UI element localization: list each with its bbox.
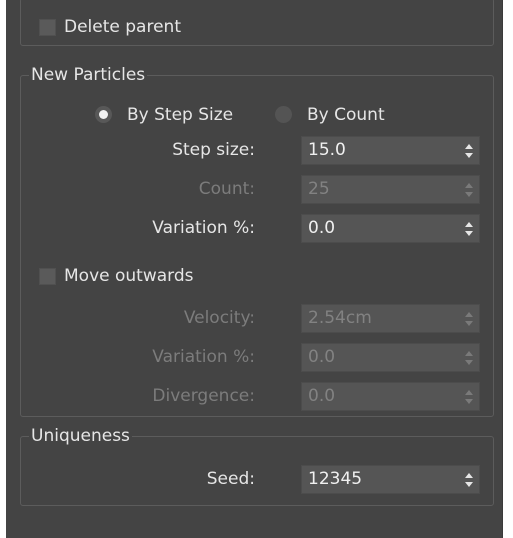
divergence-label: Divergence:: [152, 386, 255, 406]
spinner-arrows-icon[interactable]: [465, 473, 473, 487]
spinner-arrows-icon: [465, 390, 473, 404]
by-count-radio[interactable]: [275, 106, 292, 123]
uniqueness-group: Uniqueness Seed: 12345: [20, 426, 494, 506]
seed-spinner[interactable]: 12345: [301, 465, 480, 494]
velocity-value: 2.54cm: [308, 308, 372, 328]
velocity-spinner: 2.54cm: [301, 304, 480, 333]
velocity-label: Velocity:: [183, 308, 255, 328]
variation-value[interactable]: 0.0: [308, 218, 335, 238]
move-outwards-label: Move outwards: [64, 266, 194, 286]
spinner-arrows-icon: [465, 351, 473, 365]
velocity-variation-value: 0.0: [308, 347, 336, 367]
variation-label: Variation %:: [152, 218, 255, 238]
delete-parent-checkbox[interactable]: [39, 19, 56, 36]
by-step-size-radio[interactable]: [95, 106, 112, 123]
velocity-variation-spinner: 0.0: [301, 343, 480, 372]
by-step-size-label[interactable]: By Step Size: [127, 105, 233, 125]
delete-parent-group: Delete parent: [20, 0, 494, 46]
variation-spinner[interactable]: 0.0: [301, 214, 480, 243]
step-size-spinner[interactable]: 15.0: [301, 136, 480, 165]
seed-value[interactable]: 12345: [308, 469, 362, 489]
new-particles-group: New Particles By Step Size By Count Step…: [20, 65, 494, 417]
count-label: Count:: [198, 179, 255, 199]
uniqueness-legend: Uniqueness: [29, 426, 132, 446]
move-outwards-checkbox[interactable]: [39, 268, 56, 285]
delete-parent-label: Delete parent: [64, 17, 181, 37]
spinner-arrows-icon: [465, 312, 473, 326]
seed-label: Seed:: [206, 469, 255, 489]
new-particles-legend: New Particles: [29, 65, 148, 85]
by-count-label[interactable]: By Count: [307, 105, 385, 125]
step-size-value[interactable]: 15.0: [308, 140, 346, 160]
spinner-arrows-icon[interactable]: [465, 222, 473, 236]
rollout-panel: Delete parent New Particles By Step Size…: [6, 0, 503, 538]
velocity-variation-label: Variation %:: [152, 347, 255, 367]
spinner-arrows-icon[interactable]: [465, 144, 473, 158]
step-size-label: Step size:: [172, 140, 255, 160]
divergence-spinner: 0.0: [301, 382, 480, 411]
divergence-value: 0.0: [308, 386, 336, 406]
spinner-arrows-icon: [465, 183, 473, 197]
count-spinner: 25: [301, 175, 480, 204]
count-value: 25: [308, 179, 330, 199]
